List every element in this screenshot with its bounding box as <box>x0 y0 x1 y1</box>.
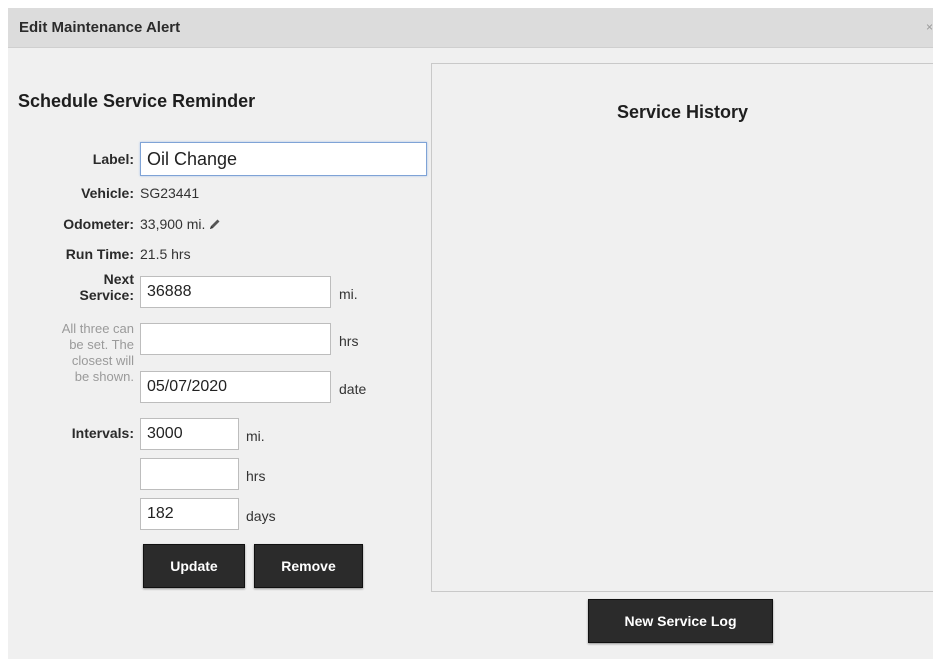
maintenance-alert-dialog: Edit Maintenance Alert × Schedule Servic… <box>8 8 933 659</box>
close-icon[interactable]: × <box>926 20 933 34</box>
next-service-date-unit: date <box>339 381 367 397</box>
odometer-label: Odometer: <box>63 216 134 232</box>
note-line: closest will <box>71 353 134 368</box>
vehicle-label: Vehicle: <box>81 185 134 201</box>
next-service-label-line1: Next <box>103 271 134 287</box>
next-service-date-input[interactable] <box>140 371 331 403</box>
update-button[interactable]: Update <box>143 544 245 588</box>
next-service-miles-unit: mi. <box>339 286 358 302</box>
next-service-hours-input[interactable] <box>140 323 331 355</box>
interval-miles-input[interactable] <box>140 418 239 450</box>
schedule-reminder-heading: Schedule Service Reminder <box>18 91 256 111</box>
service-history-panel: Service History <box>431 63 933 592</box>
label-field-label: Label: <box>92 151 134 167</box>
service-history-heading: Service History <box>616 102 749 122</box>
runtime-label: Run Time: <box>65 246 134 262</box>
interval-days-input[interactable] <box>140 498 239 530</box>
interval-hours-unit: hrs <box>246 468 266 484</box>
interval-days-unit: days <box>246 508 276 524</box>
next-service-hours-unit: hrs <box>339 333 359 349</box>
new-service-log-button[interactable]: New Service Log <box>588 599 773 643</box>
next-service-note: All three can be set. The closest will b… <box>8 321 134 385</box>
next-service-label-line2: Service: <box>79 287 134 303</box>
interval-hours-input[interactable] <box>140 458 239 490</box>
note-line: All three can <box>61 321 134 336</box>
next-service-miles-input[interactable] <box>140 276 331 308</box>
dialog-title: Edit Maintenance Alert <box>19 19 181 36</box>
pencil-icon[interactable] <box>209 218 221 230</box>
next-service-label: Next Service: <box>8 271 134 303</box>
label-input[interactable] <box>140 142 427 176</box>
odometer-value-group: 33,900 mi. <box>140 216 221 232</box>
intervals-label: Intervals: <box>71 425 134 441</box>
note-line: be shown. <box>74 369 134 384</box>
dialog-titlebar: Edit Maintenance Alert × <box>8 8 933 48</box>
vehicle-value: SG23441 <box>140 185 200 201</box>
odometer-value: 33,900 mi. <box>140 216 206 232</box>
runtime-value: 21.5 hrs <box>140 246 191 262</box>
note-line: be set. The <box>69 337 134 352</box>
interval-miles-unit: mi. <box>246 428 265 444</box>
remove-button[interactable]: Remove <box>254 544 363 588</box>
